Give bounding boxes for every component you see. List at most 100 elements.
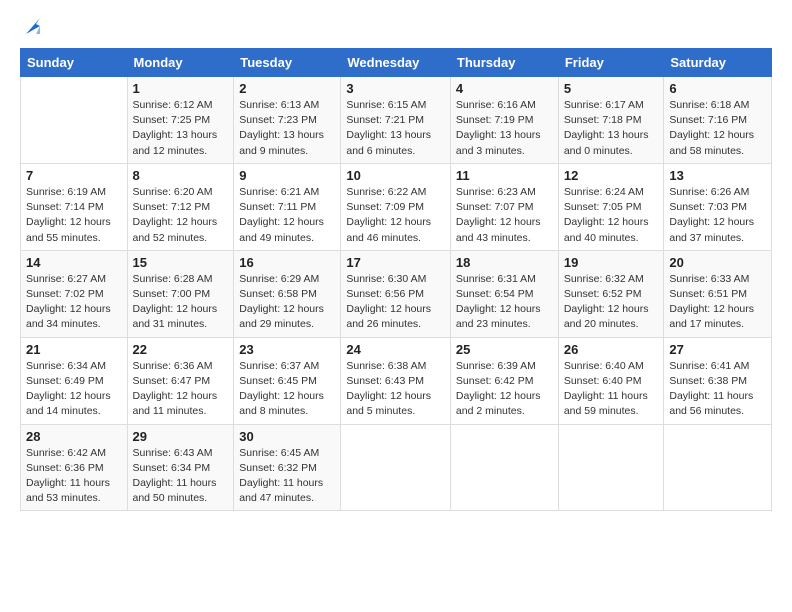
calendar-cell: 6 Sunrise: 6:18 AM Sunset: 7:16 PM Daylig… bbox=[664, 77, 772, 164]
day-info: Sunrise: 6:22 AM Sunset: 7:09 PM Dayligh… bbox=[346, 185, 445, 246]
calendar-cell: 5 Sunrise: 6:17 AM Sunset: 7:18 PM Daylig… bbox=[558, 77, 664, 164]
weekday-header-sunday: Sunday bbox=[21, 49, 128, 77]
day-info: Sunrise: 6:45 AM Sunset: 6:32 PM Dayligh… bbox=[239, 446, 335, 507]
weekday-header-tuesday: Tuesday bbox=[234, 49, 341, 77]
day-number: 30 bbox=[239, 429, 335, 444]
day-number: 17 bbox=[346, 255, 445, 270]
day-number: 15 bbox=[133, 255, 229, 270]
calendar-cell: 29 Sunrise: 6:43 AM Sunset: 6:34 PM Dayli… bbox=[127, 424, 234, 511]
logo-icon bbox=[22, 16, 44, 38]
calendar-cell: 12 Sunrise: 6:24 AM Sunset: 7:05 PM Dayli… bbox=[558, 163, 664, 250]
day-info: Sunrise: 6:13 AM Sunset: 7:23 PM Dayligh… bbox=[239, 98, 335, 159]
day-info: Sunrise: 6:38 AM Sunset: 6:43 PM Dayligh… bbox=[346, 359, 445, 420]
week-row-4: 21 Sunrise: 6:34 AM Sunset: 6:49 PM Dayli… bbox=[21, 337, 772, 424]
day-info: Sunrise: 6:30 AM Sunset: 6:56 PM Dayligh… bbox=[346, 272, 445, 333]
day-info: Sunrise: 6:37 AM Sunset: 6:45 PM Dayligh… bbox=[239, 359, 335, 420]
calendar-cell: 9Sunrise: 6:21 AM Sunset: 7:11 PM Daylig… bbox=[234, 163, 341, 250]
day-number: 2 bbox=[239, 81, 335, 96]
day-info: Sunrise: 6:15 AM Sunset: 7:21 PM Dayligh… bbox=[346, 98, 445, 159]
calendar-cell: 4Sunrise: 6:16 AM Sunset: 7:19 PM Daylig… bbox=[450, 77, 558, 164]
day-info: Sunrise: 6:23 AM Sunset: 7:07 PM Dayligh… bbox=[456, 185, 553, 246]
day-number: 3 bbox=[346, 81, 445, 96]
day-number: 12 bbox=[564, 168, 659, 183]
day-info: Sunrise: 6:21 AM Sunset: 7:11 PM Dayligh… bbox=[239, 185, 335, 246]
week-row-5: 28Sunrise: 6:42 AM Sunset: 6:36 PM Dayli… bbox=[21, 424, 772, 511]
day-number: 14 bbox=[26, 255, 122, 270]
weekday-header-friday: Friday bbox=[558, 49, 664, 77]
day-info: Sunrise: 6:41 AM Sunset: 6:38 PM Dayligh… bbox=[669, 359, 766, 420]
day-info: Sunrise: 6:12 AM Sunset: 7:25 PM Dayligh… bbox=[133, 98, 229, 159]
day-number: 26 bbox=[564, 342, 659, 357]
day-info: Sunrise: 6:19 AM Sunset: 7:14 PM Dayligh… bbox=[26, 185, 122, 246]
day-number: 11 bbox=[456, 168, 553, 183]
calendar-cell bbox=[21, 77, 128, 164]
day-info: Sunrise: 6:28 AM Sunset: 7:00 PM Dayligh… bbox=[133, 272, 229, 333]
day-info: Sunrise: 6:32 AM Sunset: 6:52 PM Dayligh… bbox=[564, 272, 659, 333]
day-number: 1 bbox=[133, 81, 229, 96]
day-number: 24 bbox=[346, 342, 445, 357]
day-number: 21 bbox=[26, 342, 122, 357]
day-info: Sunrise: 6:26 AM Sunset: 7:03 PM Dayligh… bbox=[669, 185, 766, 246]
day-number: 23 bbox=[239, 342, 335, 357]
day-number: 16 bbox=[239, 255, 335, 270]
day-info: Sunrise: 6:20 AM Sunset: 7:12 PM Dayligh… bbox=[133, 185, 229, 246]
header bbox=[20, 16, 772, 38]
day-number: 5 bbox=[564, 81, 659, 96]
weekday-header-row: SundayMondayTuesdayWednesdayThursdayFrid… bbox=[21, 49, 772, 77]
calendar-cell: 30 Sunrise: 6:45 AM Sunset: 6:32 PM Dayli… bbox=[234, 424, 341, 511]
day-info: Sunrise: 6:27 AM Sunset: 7:02 PM Dayligh… bbox=[26, 272, 122, 333]
day-info: Sunrise: 6:29 AM Sunset: 6:58 PM Dayligh… bbox=[239, 272, 335, 333]
day-info: Sunrise: 6:18 AM Sunset: 7:16 PM Dayligh… bbox=[669, 98, 766, 159]
week-row-2: 7 Sunrise: 6:19 AM Sunset: 7:14 PM Daylig… bbox=[21, 163, 772, 250]
calendar-cell: 20 Sunrise: 6:33 AM Sunset: 6:51 PM Dayli… bbox=[664, 250, 772, 337]
calendar: SundayMondayTuesdayWednesdayThursdayFrid… bbox=[20, 48, 772, 511]
day-number: 6 bbox=[669, 81, 766, 96]
calendar-cell: 27 Sunrise: 6:41 AM Sunset: 6:38 PM Dayli… bbox=[664, 337, 772, 424]
day-info: Sunrise: 6:34 AM Sunset: 6:49 PM Dayligh… bbox=[26, 359, 122, 420]
day-info: Sunrise: 6:39 AM Sunset: 6:42 PM Dayligh… bbox=[456, 359, 553, 420]
day-number: 22 bbox=[133, 342, 229, 357]
weekday-header-monday: Monday bbox=[127, 49, 234, 77]
day-info: Sunrise: 6:42 AM Sunset: 6:36 PM Dayligh… bbox=[26, 446, 122, 507]
day-info: Sunrise: 6:43 AM Sunset: 6:34 PM Dayligh… bbox=[133, 446, 229, 507]
calendar-cell: 11 Sunrise: 6:23 AM Sunset: 7:07 PM Dayli… bbox=[450, 163, 558, 250]
weekday-header-wednesday: Wednesday bbox=[341, 49, 451, 77]
calendar-cell: 3 Sunrise: 6:15 AM Sunset: 7:21 PM Daylig… bbox=[341, 77, 451, 164]
calendar-cell: 22Sunrise: 6:36 AM Sunset: 6:47 PM Dayli… bbox=[127, 337, 234, 424]
day-number: 8 bbox=[133, 168, 229, 183]
day-number: 25 bbox=[456, 342, 553, 357]
day-info: Sunrise: 6:33 AM Sunset: 6:51 PM Dayligh… bbox=[669, 272, 766, 333]
day-info: Sunrise: 6:17 AM Sunset: 7:18 PM Dayligh… bbox=[564, 98, 659, 159]
day-number: 19 bbox=[564, 255, 659, 270]
calendar-cell: 25 Sunrise: 6:39 AM Sunset: 6:42 PM Dayli… bbox=[450, 337, 558, 424]
calendar-cell: 1 Sunrise: 6:12 AM Sunset: 7:25 PM Daylig… bbox=[127, 77, 234, 164]
day-info: Sunrise: 6:16 AM Sunset: 7:19 PM Dayligh… bbox=[456, 98, 553, 159]
calendar-cell: 7 Sunrise: 6:19 AM Sunset: 7:14 PM Daylig… bbox=[21, 163, 128, 250]
week-row-3: 14 Sunrise: 6:27 AM Sunset: 7:02 PM Dayli… bbox=[21, 250, 772, 337]
calendar-cell: 24 Sunrise: 6:38 AM Sunset: 6:43 PM Dayli… bbox=[341, 337, 451, 424]
calendar-cell bbox=[558, 424, 664, 511]
calendar-cell: 8 Sunrise: 6:20 AM Sunset: 7:12 PM Daylig… bbox=[127, 163, 234, 250]
calendar-cell: 21 Sunrise: 6:34 AM Sunset: 6:49 PM Dayli… bbox=[21, 337, 128, 424]
calendar-cell: 18Sunrise: 6:31 AM Sunset: 6:54 PM Dayli… bbox=[450, 250, 558, 337]
day-info: Sunrise: 6:24 AM Sunset: 7:05 PM Dayligh… bbox=[564, 185, 659, 246]
calendar-cell bbox=[450, 424, 558, 511]
calendar-cell: 23 Sunrise: 6:37 AM Sunset: 6:45 PM Dayli… bbox=[234, 337, 341, 424]
week-row-1: 1 Sunrise: 6:12 AM Sunset: 7:25 PM Daylig… bbox=[21, 77, 772, 164]
day-number: 27 bbox=[669, 342, 766, 357]
day-number: 13 bbox=[669, 168, 766, 183]
calendar-cell: 26 Sunrise: 6:40 AM Sunset: 6:40 PM Dayli… bbox=[558, 337, 664, 424]
weekday-header-saturday: Saturday bbox=[664, 49, 772, 77]
logo bbox=[20, 16, 44, 38]
day-number: 7 bbox=[26, 168, 122, 183]
page: SundayMondayTuesdayWednesdayThursdayFrid… bbox=[0, 0, 792, 612]
calendar-cell: 13 Sunrise: 6:26 AM Sunset: 7:03 PM Dayli… bbox=[664, 163, 772, 250]
day-info: Sunrise: 6:31 AM Sunset: 6:54 PM Dayligh… bbox=[456, 272, 553, 333]
calendar-cell: 17 Sunrise: 6:30 AM Sunset: 6:56 PM Dayli… bbox=[341, 250, 451, 337]
calendar-cell: 15 Sunrise: 6:28 AM Sunset: 7:00 PM Dayli… bbox=[127, 250, 234, 337]
day-number: 20 bbox=[669, 255, 766, 270]
day-number: 29 bbox=[133, 429, 229, 444]
day-info: Sunrise: 6:40 AM Sunset: 6:40 PM Dayligh… bbox=[564, 359, 659, 420]
calendar-cell bbox=[664, 424, 772, 511]
calendar-cell: 2 Sunrise: 6:13 AM Sunset: 7:23 PM Daylig… bbox=[234, 77, 341, 164]
